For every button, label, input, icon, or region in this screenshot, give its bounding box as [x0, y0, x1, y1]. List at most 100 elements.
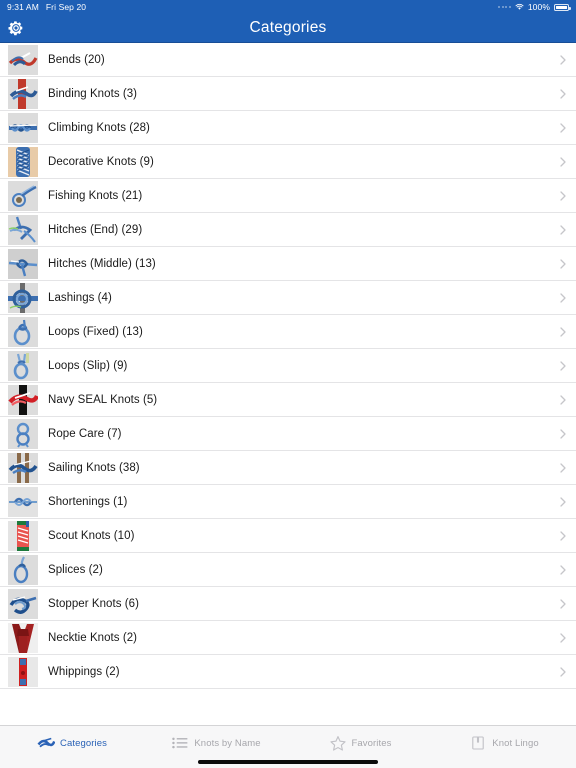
row-label: Lashings (4) — [48, 291, 112, 304]
chevron-right-icon — [560, 360, 566, 371]
wifi-icon — [515, 3, 524, 10]
chevron-right-icon — [560, 292, 566, 303]
chevron-right-icon — [560, 394, 566, 405]
rope-care-thumbnail — [8, 418, 38, 449]
row-label: Decorative Knots (9) — [48, 155, 154, 168]
row-label: Rope Care (7) — [48, 427, 122, 440]
row-label: Scout Knots (10) — [48, 529, 135, 542]
row-label: Navy SEAL Knots (5) — [48, 393, 158, 406]
tab-label: Favorites — [351, 737, 392, 749]
status-time: 9:31 AM — [7, 2, 39, 12]
tab-label: Knots by Name — [194, 737, 261, 749]
row-label: Hitches (End) (29) — [48, 223, 143, 236]
battery-percent-label: 100% — [527, 2, 550, 12]
chevron-right-icon — [560, 564, 566, 575]
table-row[interactable]: Necktie Knots (2) — [0, 621, 576, 655]
table-row[interactable]: Fishing Knots (21) — [0, 179, 576, 213]
decorative-knots-thumbnail — [8, 146, 38, 177]
table-row[interactable]: Splices (2) — [0, 553, 576, 587]
table-row[interactable]: Whippings (2) — [0, 655, 576, 689]
fishing-knots-thumbnail — [8, 180, 38, 211]
row-label: Sailing Knots (38) — [48, 461, 140, 474]
table-row[interactable]: Loops (Fixed) (13) — [0, 315, 576, 349]
home-indicator — [198, 760, 378, 764]
table-row[interactable]: Bends (20) — [0, 43, 576, 77]
status-date: Fri Sep 20 — [45, 2, 87, 12]
star-icon — [329, 736, 346, 751]
scout-knots-thumbnail — [8, 520, 38, 551]
tab-label: Knot Lingo — [492, 737, 539, 749]
row-label: Hitches (Middle) (13) — [48, 257, 156, 270]
tab-categories[interactable]: Categories — [0, 732, 144, 754]
chevron-right-icon — [560, 530, 566, 541]
row-label: Loops (Slip) (9) — [48, 359, 128, 372]
row-label: Bends (20) — [48, 53, 105, 66]
chevron-right-icon — [560, 122, 566, 133]
climbing-knots-thumbnail — [8, 112, 38, 143]
tab-favorites[interactable]: Favorites — [288, 732, 432, 754]
chevron-right-icon — [560, 428, 566, 439]
list-icon — [172, 737, 188, 749]
bends-thumbnail — [8, 44, 38, 75]
row-label: Fishing Knots (21) — [48, 189, 143, 202]
knot-icon — [37, 737, 56, 748]
table-row[interactable]: Binding Knots (3) — [0, 77, 576, 111]
table-row[interactable]: Rope Care (7) — [0, 417, 576, 451]
tab-knot-lingo[interactable]: Knot Lingo — [432, 732, 576, 754]
hitches-middle-thumbnail — [8, 248, 38, 279]
tab-knots-by-name[interactable]: Knots by Name — [144, 732, 288, 754]
row-label: Necktie Knots (2) — [48, 631, 138, 644]
chevron-right-icon — [560, 666, 566, 677]
necktie-knots-thumbnail — [8, 622, 38, 653]
loops-fixed-thumbnail — [8, 316, 38, 347]
row-label: Binding Knots (3) — [48, 87, 138, 100]
chevron-right-icon — [560, 54, 566, 65]
page-title: Categories — [249, 19, 327, 36]
table-row[interactable]: Loops (Slip) (9) — [0, 349, 576, 383]
sailing-knots-thumbnail — [8, 452, 38, 483]
row-label: Stopper Knots (6) — [48, 597, 139, 610]
categories-list[interactable]: Bends (20) Binding Knots (3) Climbing Kn… — [0, 43, 576, 718]
lashings-thumbnail — [8, 282, 38, 313]
status-bar-left: 9:31 AM Fri Sep 20 — [7, 2, 86, 12]
binding-knots-thumbnail — [8, 78, 38, 109]
signal-dots-icon — [498, 6, 511, 8]
chevron-right-icon — [560, 462, 566, 473]
splices-thumbnail — [8, 554, 38, 585]
chevron-right-icon — [560, 190, 566, 201]
tab-label: Categories — [60, 737, 107, 749]
table-row[interactable]: Hitches (End) (29) — [0, 213, 576, 247]
chevron-right-icon — [560, 496, 566, 507]
table-row[interactable]: Shortenings (1) — [0, 485, 576, 519]
chevron-right-icon — [560, 224, 566, 235]
hitches-end-thumbnail — [8, 214, 38, 245]
chevron-right-icon — [560, 258, 566, 269]
table-row[interactable]: Climbing Knots (28) — [0, 111, 576, 145]
chevron-right-icon — [560, 632, 566, 643]
row-label: Splices (2) — [48, 563, 103, 576]
status-bar-right: 100% — [498, 2, 571, 12]
row-label: Whippings (2) — [48, 665, 120, 678]
table-row[interactable]: Decorative Knots (9) — [0, 145, 576, 179]
book-icon — [472, 736, 485, 750]
row-label: Loops (Fixed) (13) — [48, 325, 143, 338]
stopper-knots-thumbnail — [8, 588, 38, 619]
whippings-thumbnail — [8, 656, 38, 687]
table-row[interactable]: Navy SEAL Knots (5) — [0, 383, 576, 417]
battery-icon — [554, 3, 571, 11]
list-empty-row — [0, 689, 576, 718]
table-row[interactable]: Stopper Knots (6) — [0, 587, 576, 621]
table-row[interactable]: Scout Knots (10) — [0, 519, 576, 553]
row-label: Shortenings (1) — [48, 495, 128, 508]
shortenings-thumbnail — [8, 486, 38, 517]
table-row[interactable]: Sailing Knots (38) — [0, 451, 576, 485]
tab-bar: Categories Knots by Name Favorites Knot … — [0, 725, 576, 768]
chevron-right-icon — [560, 598, 566, 609]
chevron-right-icon — [560, 156, 566, 167]
table-row[interactable]: Lashings (4) — [0, 281, 576, 315]
table-row[interactable]: Hitches (Middle) (13) — [0, 247, 576, 281]
gear-icon[interactable] — [7, 19, 25, 37]
row-label: Climbing Knots (28) — [48, 121, 150, 134]
navy-seal-knots-thumbnail — [8, 384, 38, 415]
status-bar: 9:31 AM Fri Sep 20 100% — [0, 0, 576, 14]
